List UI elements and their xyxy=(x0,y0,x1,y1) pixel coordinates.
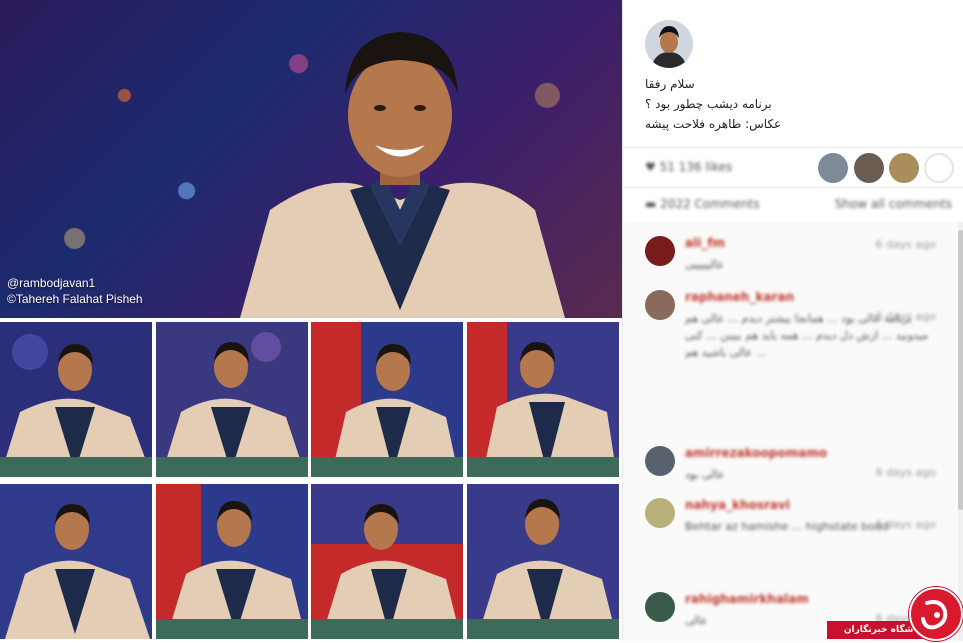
person-portrait xyxy=(240,32,565,318)
comment-icon: ▬ xyxy=(645,197,657,211)
comment-username[interactable]: raphaneh_karan xyxy=(685,290,794,304)
comment-text: Behtar az hamishe ... highstate bood xyxy=(685,520,889,533)
comment-time: 6 days ago xyxy=(875,238,936,251)
commenter-avatar[interactable] xyxy=(645,446,675,476)
comment-username[interactable]: nahya_khosravi xyxy=(685,498,790,512)
comment-username[interactable]: ali_fm xyxy=(685,236,725,250)
liker-avatar[interactable] xyxy=(818,153,848,183)
caption-line: سلام رفقا xyxy=(645,77,695,91)
hero-photographer-credit: ©Tahereh Falahat Pisheh xyxy=(7,292,143,306)
thumbnail-photo xyxy=(311,484,463,639)
commenter-avatar[interactable] xyxy=(645,498,675,528)
commenter-avatar[interactable] xyxy=(645,592,675,622)
thumbnail-photo xyxy=(311,322,463,477)
thumbnail-photo xyxy=(467,484,619,639)
liker-avatar[interactable] xyxy=(854,153,884,183)
heart-icon: ♥ xyxy=(645,160,656,174)
post-panel: سلام رفقا برنامه دیشب چطور بود ؟ عکاس: ط… xyxy=(622,0,963,641)
comments-list: ali_fm 6 days ago عالیییییی raphaneh_kar… xyxy=(623,222,963,641)
show-all-comments-link[interactable]: Show all comments xyxy=(835,197,952,211)
comment-text: عالی بود xyxy=(685,468,725,481)
likes-count[interactable]: ♥ 51 136 likes xyxy=(645,160,732,174)
comment-username[interactable]: amirrezakoopomamo xyxy=(685,446,827,460)
caption-line: برنامه دیشب چطور بود ؟ xyxy=(645,97,772,111)
scrollbar-thumb[interactable] xyxy=(958,230,963,510)
commenter-avatar[interactable] xyxy=(645,236,675,266)
comment-username[interactable]: rahighamirkhalam xyxy=(685,592,809,606)
thumbnail-photo xyxy=(156,322,308,477)
comment-text: برنامه عالی بود ... همانجا بیشتر دیدم ..… xyxy=(685,312,929,359)
liker-avatar[interactable] xyxy=(889,153,919,183)
photo-collage: @rambodjavan1 ©Tahereh Falahat Pisheh xyxy=(0,0,622,641)
avatar[interactable] xyxy=(645,20,693,68)
divider xyxy=(623,187,963,188)
thumbnail-photo xyxy=(467,322,619,477)
liker-avatar[interactable] xyxy=(924,153,954,183)
hero-photo: @rambodjavan1 ©Tahereh Falahat Pisheh xyxy=(0,0,622,318)
hero-handle: @rambodjavan1 xyxy=(7,276,96,290)
watermark-logo: باشگاه خبرنگاران xyxy=(827,585,963,641)
watermark-emblem xyxy=(909,587,963,641)
comment-text: عالیییییی xyxy=(685,258,725,271)
thumbnail-photo xyxy=(0,484,152,639)
thumbnail-photo xyxy=(156,484,308,639)
post-caption: سلام رفقا برنامه دیشب چطور بود ؟ عکاس: ط… xyxy=(645,74,781,134)
comments-count: ▬ 2022 Comments xyxy=(645,197,760,211)
commenter-avatar[interactable] xyxy=(645,290,675,320)
caption-line: عکاس: طاهره فلاحت پیشه xyxy=(645,117,782,131)
thumbnail-photo xyxy=(0,322,152,477)
divider xyxy=(623,147,963,148)
